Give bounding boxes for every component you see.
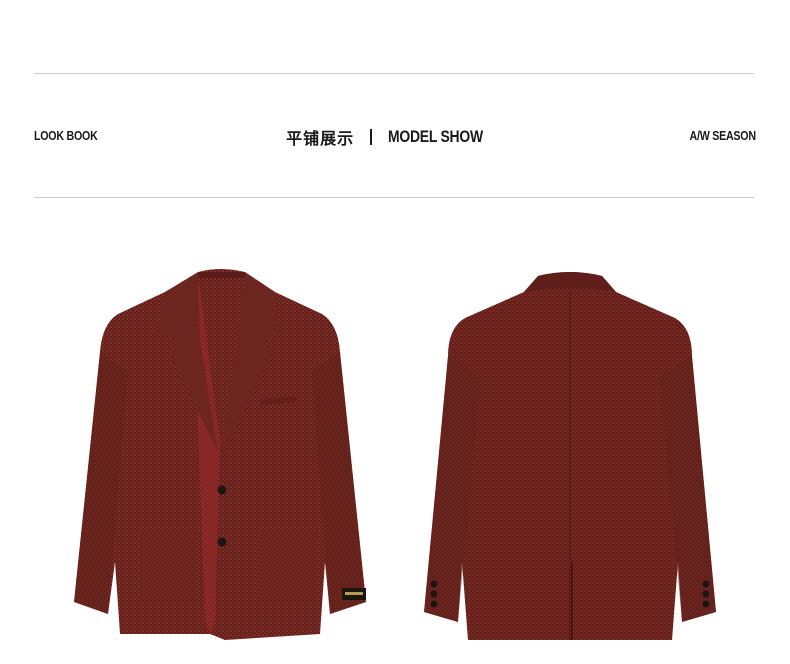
blazer-front-image bbox=[74, 269, 366, 640]
top-divider bbox=[34, 73, 754, 74]
section-title-cn: 平铺展示 bbox=[286, 131, 355, 148]
blazer-back-image bbox=[424, 272, 716, 640]
bottom-divider bbox=[34, 197, 754, 198]
season-label: A/W SEASON bbox=[689, 128, 756, 143]
section-title: 平铺展示 MODEL SHOW bbox=[0, 125, 790, 149]
section-title-en: MODEL SHOW bbox=[388, 127, 484, 146]
title-separator bbox=[370, 129, 373, 145]
